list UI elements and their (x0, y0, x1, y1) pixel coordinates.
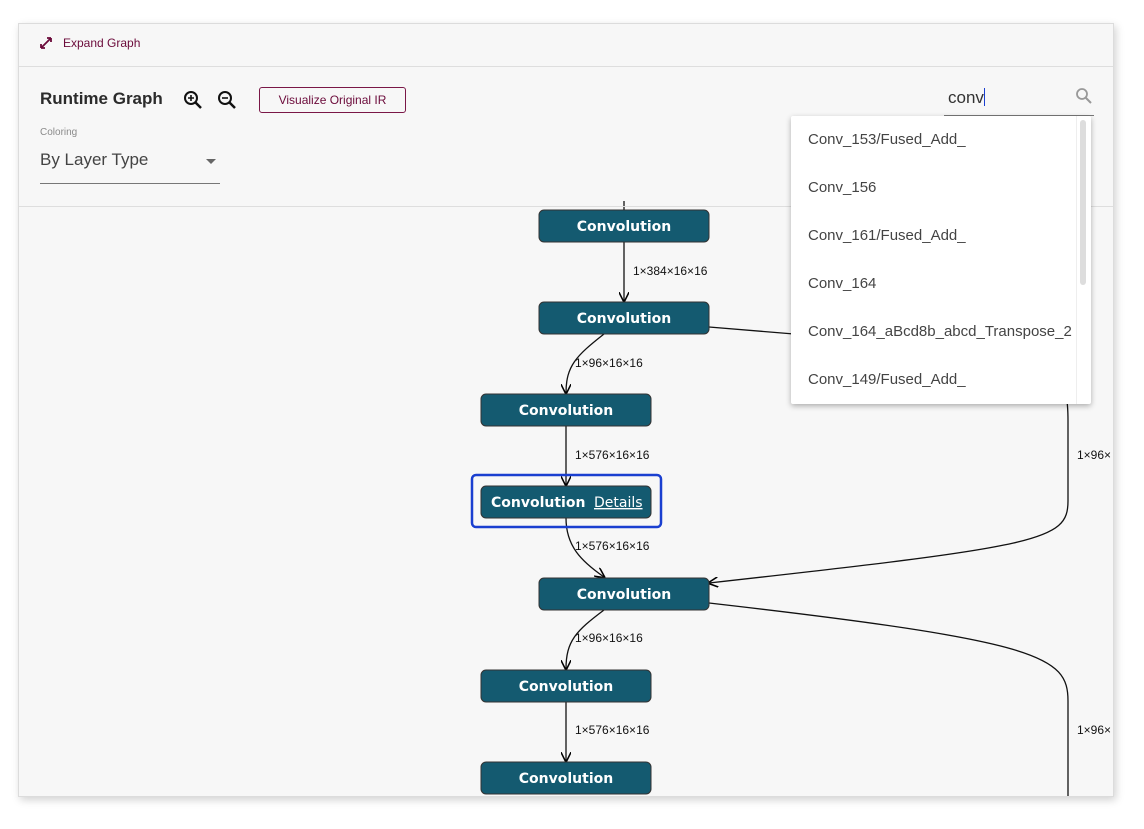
node-label: Convolution (577, 587, 671, 603)
graph-node[interactable]: Convolution Details (480, 485, 652, 519)
zoom-out-icon[interactable] (216, 89, 238, 111)
edge (708, 602, 1069, 796)
graph-node[interactable]: Convolution (538, 209, 710, 243)
node-label: Convolution (519, 403, 613, 419)
graph-node[interactable]: Convolution (480, 669, 652, 703)
graph-node[interactable]: Convolution (480, 761, 652, 795)
coloring-value: By Layer Type (40, 150, 149, 169)
search-results-dropdown: Conv_153/Fused_Add_ Conv_156 Conv_161/Fu… (791, 116, 1091, 404)
edge-label: 1×96× (1077, 448, 1111, 462)
edge-label: 1×96× (1077, 723, 1111, 737)
search-result-item[interactable]: Conv_164 (791, 260, 1075, 308)
divider (19, 66, 1113, 67)
expand-graph-button[interactable]: Expand Graph (39, 36, 140, 50)
page-title: Runtime Graph (40, 89, 163, 108)
edge-label: 1×576×16×16 (575, 448, 650, 462)
scrollbar[interactable] (1076, 116, 1089, 404)
scrollbar-thumb[interactable] (1080, 120, 1086, 285)
node-details-link[interactable]: Details (594, 495, 643, 511)
chevron-down-icon (206, 159, 216, 164)
search-result-item[interactable]: Conv_156 (791, 164, 1075, 212)
graph-node[interactable]: Convolution (538, 301, 710, 335)
text-cursor (983, 88, 985, 106)
node-label: Convolution (577, 219, 671, 235)
node-label: Convolution (577, 311, 671, 327)
search-input[interactable]: conv (944, 84, 1094, 116)
expand-arrows-icon (40, 37, 52, 49)
search-result-item[interactable]: Conv_161/Fused_Add_ (791, 212, 1075, 260)
visualize-original-ir-button[interactable]: Visualize Original IR (259, 87, 406, 113)
expand-graph-label: Expand Graph (63, 36, 141, 50)
search-result-item[interactable]: Conv_149/Fused_Add_ (791, 356, 1075, 404)
search-result-item[interactable]: Conv_164_aBcd8b_abcd_Transpose_2 (791, 308, 1075, 356)
edge-label: 1×96×16×16 (575, 356, 643, 370)
edge-label: 1×576×16×16 (575, 539, 650, 553)
edge-label: 1×96×16×16 (575, 631, 643, 645)
coloring-select[interactable]: By Layer Type (40, 150, 220, 184)
graph-node[interactable]: Convolution (538, 577, 710, 611)
search-icon[interactable] (1074, 86, 1094, 106)
graph-node[interactable]: Convolution (480, 393, 652, 427)
search-value: conv (948, 88, 984, 107)
coloring-label: Coloring (40, 127, 78, 138)
edge-label: 1×384×16×16 (633, 264, 708, 278)
search-result-item[interactable]: Conv_153/Fused_Add_ (791, 116, 1075, 164)
node-label: Convolution (519, 771, 613, 787)
edge-label: 1×576×16×16 (575, 723, 650, 737)
zoom-in-icon[interactable] (182, 89, 204, 111)
node-label: Convolution (519, 679, 613, 695)
node-label: Convolution (491, 495, 585, 511)
